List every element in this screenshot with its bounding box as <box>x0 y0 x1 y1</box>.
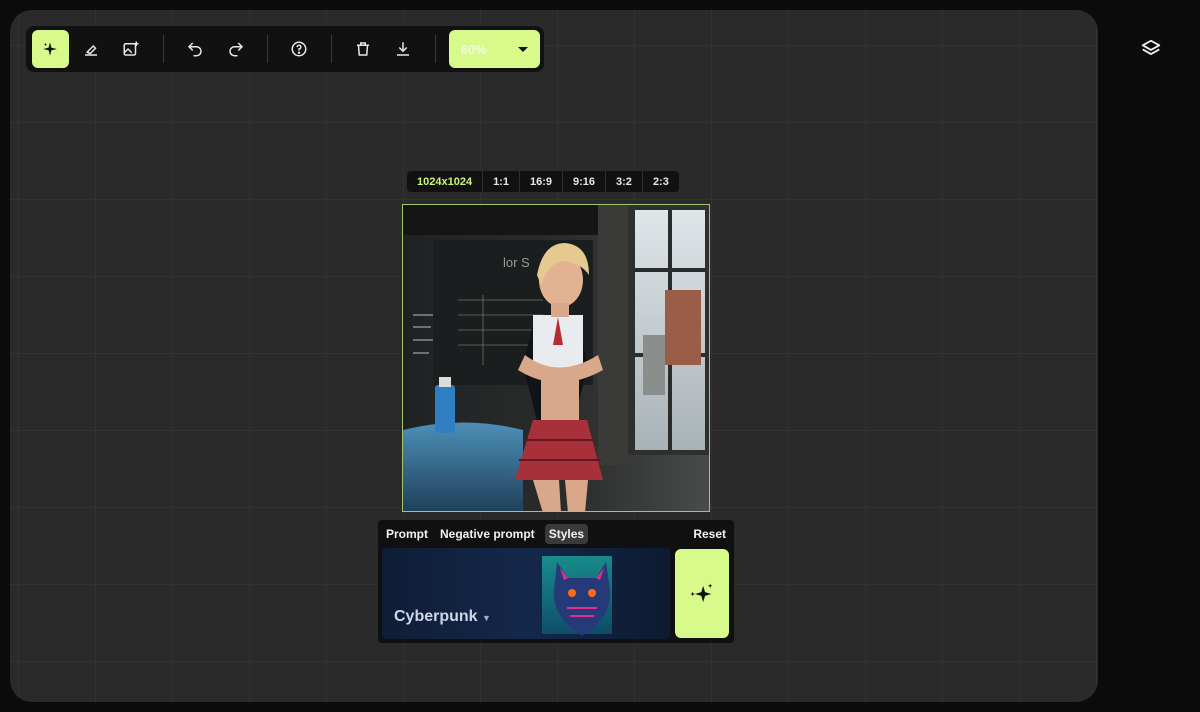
ratio-option[interactable]: 9:16 <box>562 171 605 192</box>
sparkle-icon <box>690 583 713 602</box>
prompt-panel: Prompt Negative prompt Styles Reset Cybe… <box>378 520 734 643</box>
style-card[interactable]: Cyberpunk ▼ <box>382 548 670 639</box>
toolbar-divider <box>162 35 164 63</box>
delete-button[interactable] <box>344 30 381 68</box>
trash-icon <box>356 42 369 56</box>
ratio-option[interactable]: 1024x1024 <box>407 171 482 192</box>
redo-button[interactable] <box>217 30 254 68</box>
image-add-icon <box>123 41 139 56</box>
toolbar-divider <box>434 35 436 63</box>
redo-icon <box>228 42 243 57</box>
zoom-dropdown[interactable]: 60% <box>448 30 541 68</box>
tab-negative-prompt[interactable]: Negative prompt <box>438 524 537 544</box>
chevron-down-icon <box>518 46 529 52</box>
ratio-option[interactable]: 2:3 <box>641 171 679 192</box>
style-name-label: Cyberpunk <box>394 608 478 625</box>
ratio-option[interactable]: 1:1 <box>482 171 519 192</box>
generated-image-artwork: lor S <box>403 205 709 511</box>
eraser-tool-button[interactable] <box>73 30 110 68</box>
reset-button[interactable]: Reset <box>693 527 726 541</box>
undo-icon <box>187 42 202 57</box>
download-button[interactable] <box>385 30 422 68</box>
tab-prompt[interactable]: Prompt <box>384 524 430 544</box>
eraser-icon <box>84 44 97 56</box>
zoom-value: 60% <box>460 41 487 57</box>
aspect-ratio-selector: 1024x1024 1:1 16:9 9:16 3:2 2:3 <box>407 171 679 192</box>
toolbar-divider <box>266 35 268 63</box>
download-icon <box>397 42 410 56</box>
toolbar: 60% <box>26 26 544 72</box>
prompt-tabs: Prompt Negative prompt Styles <box>384 524 596 544</box>
ratio-option[interactable]: 3:2 <box>605 171 642 192</box>
toolbar-divider <box>330 35 332 63</box>
sparkle-tool-button[interactable] <box>32 30 69 68</box>
help-icon <box>291 41 307 57</box>
help-button[interactable] <box>281 30 318 68</box>
svg-text:lor S: lor S <box>503 255 530 270</box>
image-add-tool-button[interactable] <box>113 30 150 68</box>
undo-button[interactable] <box>177 30 214 68</box>
tab-styles[interactable]: Styles <box>544 524 589 544</box>
style-name: Cyberpunk ▼ <box>394 608 491 626</box>
generate-button[interactable] <box>675 549 729 638</box>
ratio-option[interactable]: 16:9 <box>518 171 562 192</box>
sparkle-icon <box>43 42 58 56</box>
generated-image[interactable]: lor S <box>402 204 710 512</box>
layers-icon[interactable] <box>1140 38 1162 60</box>
caret-down-icon: ▼ <box>482 613 491 623</box>
